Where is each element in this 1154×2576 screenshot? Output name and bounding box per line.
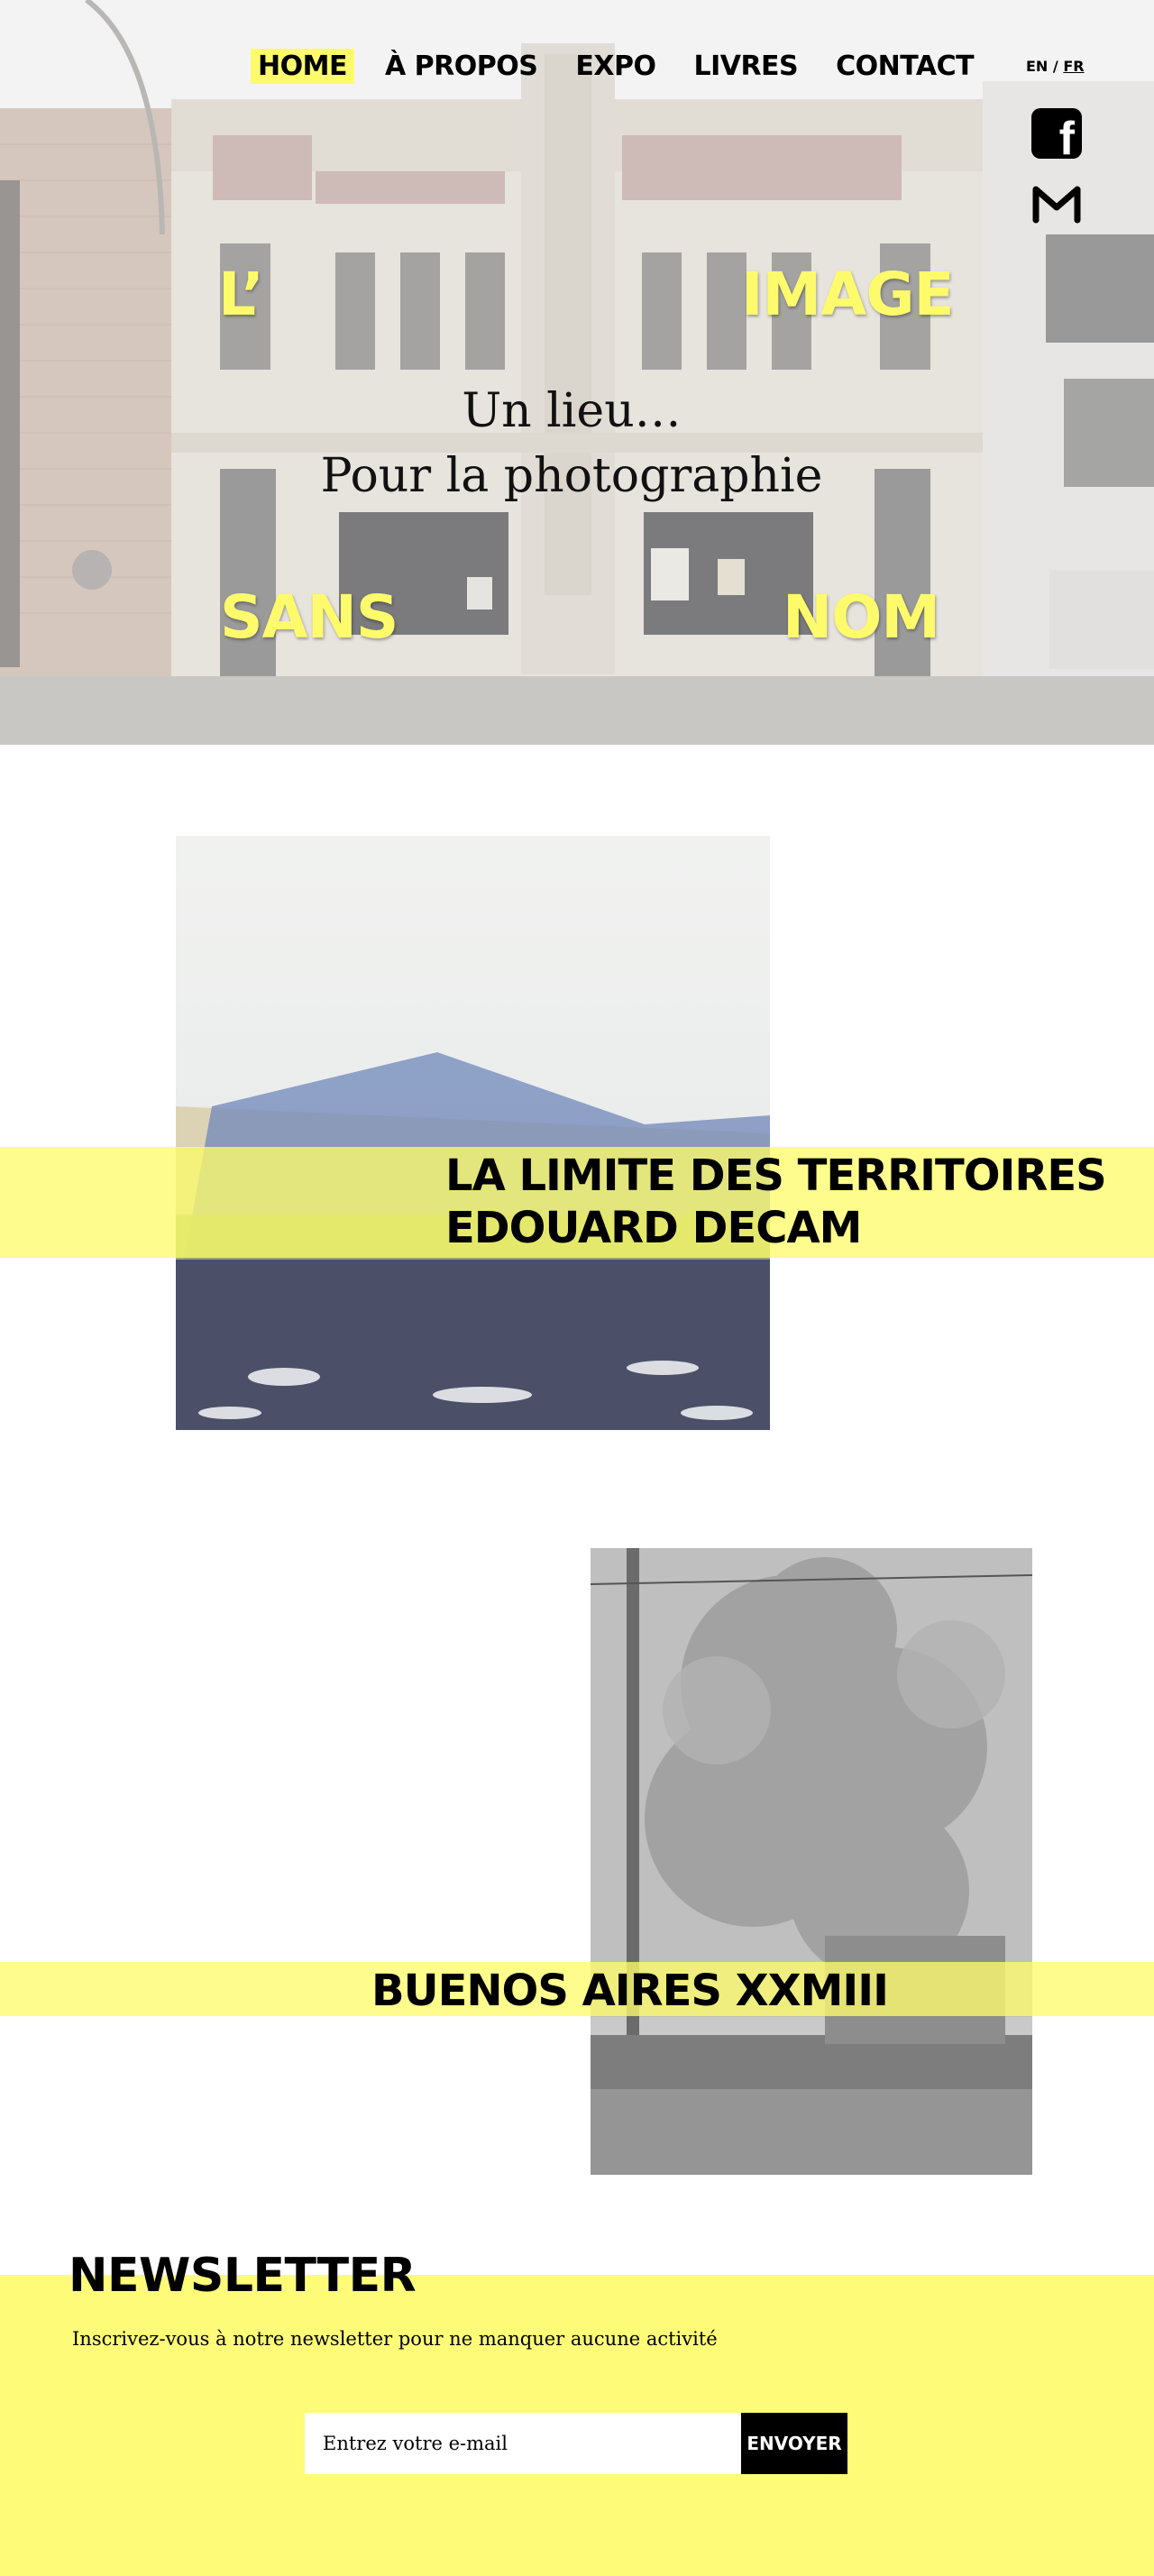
expo-photo-limite-territoires[interactable] bbox=[176, 836, 770, 1430]
expo-title-1-line2: EDOUARD DECAM bbox=[445, 1202, 862, 1253]
expo-title-1-line1: LA LIMITE DES TERRITOIRES bbox=[445, 1150, 1107, 1201]
nav-expo[interactable]: EXPO bbox=[568, 49, 663, 84]
newsletter-title: NEWSLETTER bbox=[69, 2249, 417, 2303]
expo-title-2[interactable]: BUENOS AIRES XXMIII bbox=[371, 1966, 889, 2018]
expo-photo-buenos-aires[interactable] bbox=[591, 1548, 1032, 2175]
facebook-icon[interactable]: f bbox=[1031, 108, 1082, 162]
expo-title-2-line1: BUENOS AIRES XXMIII bbox=[371, 1966, 889, 2016]
lang-fr[interactable]: FR bbox=[1063, 58, 1084, 75]
nav-home[interactable]: HOME bbox=[251, 49, 354, 84]
hero-word-image: IMAGE bbox=[741, 260, 955, 329]
newsletter-submit-button[interactable]: ENVOYER bbox=[741, 2413, 847, 2474]
nav-contact[interactable]: CONTACT bbox=[829, 49, 981, 84]
main-nav: HOME À PROPOS EXPO LIVRES CONTACT bbox=[251, 49, 981, 84]
hero-word-nom: NOM bbox=[783, 582, 940, 652]
language-switcher: EN / FR bbox=[1026, 58, 1085, 75]
nav-a-propos[interactable]: À PROPOS bbox=[378, 49, 545, 84]
hero-word-sans: SANS bbox=[220, 582, 398, 652]
newsletter-email-input[interactable] bbox=[305, 2413, 741, 2474]
hero-tagline-1: Un lieu… bbox=[462, 384, 682, 438]
hero-tagline-2: Pour la photographie bbox=[320, 449, 823, 503]
gmail-icon[interactable] bbox=[1031, 184, 1082, 224]
expo-title-1[interactable]: LA LIMITE DES TERRITOIRES EDOUARD DECAM bbox=[445, 1150, 1107, 1254]
nav-livres[interactable]: LIVRES bbox=[686, 49, 805, 84]
hero-word-l: L’ bbox=[218, 260, 264, 329]
newsletter-description: Inscrivez-vous à notre newsletter pour n… bbox=[72, 2328, 718, 2350]
hero-section bbox=[0, 0, 1154, 745]
lang-separator: / bbox=[1048, 58, 1064, 75]
lang-en[interactable]: EN bbox=[1026, 58, 1048, 75]
hero-overlay bbox=[0, 0, 1154, 745]
